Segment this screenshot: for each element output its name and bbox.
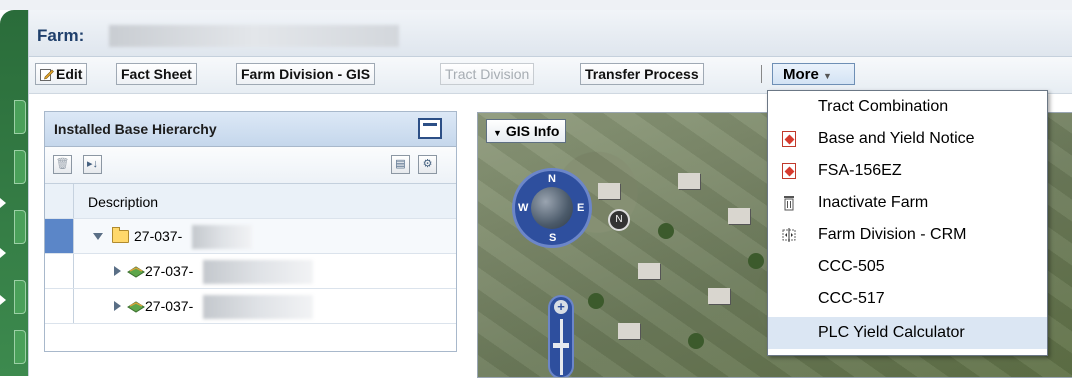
map-feature bbox=[688, 333, 704, 349]
hierarchy-header: Installed Base Hierarchy bbox=[45, 112, 456, 147]
row-selector[interactable] bbox=[45, 254, 74, 288]
maximize-icon[interactable] bbox=[418, 118, 442, 139]
map-feature bbox=[588, 293, 604, 309]
menu-item-plc-yield-calculator[interactable]: PLC Yield Calculator bbox=[768, 317, 1047, 349]
fact-sheet-button[interactable]: Fact Sheet bbox=[116, 63, 197, 85]
farm-title-bar: Farm: bbox=[29, 10, 1072, 57]
settings-wrench-icon[interactable]: ⚙ bbox=[418, 155, 437, 174]
map-feature bbox=[618, 323, 640, 339]
pdf-icon bbox=[782, 163, 796, 179]
menu-item-label: CCC-517 bbox=[818, 290, 885, 307]
more-button[interactable]: More ▼ bbox=[772, 63, 855, 85]
menu-item-farm-division-crm[interactable]: Farm Division - CRM bbox=[768, 219, 1047, 251]
rail-tab[interactable] bbox=[14, 150, 26, 184]
split-icon bbox=[782, 228, 796, 242]
left-navigation-rail bbox=[0, 10, 28, 376]
menu-item-base-and-yield-notice[interactable]: Base and Yield Notice bbox=[768, 123, 1047, 155]
menu-item-label: Inactivate Farm bbox=[818, 194, 929, 211]
map-feature bbox=[598, 183, 620, 199]
menu-item-label: FSA-156EZ bbox=[818, 162, 902, 179]
hierarchy-toolbar: 🗑 ▸↓ ▤ ⚙ bbox=[45, 147, 456, 184]
installed-base-hierarchy-panel: Installed Base Hierarchy 🗑 ▸↓ ▤ ⚙ Descri… bbox=[44, 111, 457, 352]
menu-item-label: Tract Combination bbox=[818, 98, 949, 115]
land-tract-icon bbox=[127, 266, 145, 278]
redacted-id bbox=[192, 225, 252, 249]
collapse-arrow-icon[interactable] bbox=[93, 233, 103, 240]
tree-row[interactable]: 27-037- bbox=[45, 219, 456, 254]
row-selector[interactable] bbox=[45, 289, 74, 323]
rail-tab[interactable] bbox=[14, 100, 26, 134]
menu-item-label: Base and Yield Notice bbox=[818, 130, 975, 147]
compass-west-label: W bbox=[518, 202, 529, 214]
toolbar-separator bbox=[761, 65, 762, 83]
edit-label: Edit bbox=[56, 66, 83, 82]
map-feature bbox=[638, 263, 660, 279]
more-label: More bbox=[783, 66, 819, 83]
compass-north-label: N bbox=[548, 173, 556, 185]
north-arrow-icon[interactable]: N bbox=[608, 209, 630, 231]
dropdown-arrow-icon: ▼ bbox=[493, 128, 502, 138]
menu-item-tract-combination[interactable]: Tract Combination bbox=[768, 91, 1047, 123]
folder-icon bbox=[112, 227, 129, 243]
row-selector bbox=[45, 184, 74, 218]
map-feature bbox=[748, 253, 764, 269]
row-selector[interactable] bbox=[45, 219, 74, 253]
delete-icon[interactable]: 🗑 bbox=[53, 155, 72, 174]
expand-arrow-icon[interactable] bbox=[0, 248, 6, 258]
hierarchy-title: Installed Base Hierarchy bbox=[54, 121, 217, 137]
zoom-handle[interactable] bbox=[553, 343, 569, 348]
expand-arrow-icon[interactable] bbox=[0, 295, 6, 305]
gis-info-label: GIS Info bbox=[505, 123, 560, 139]
rail-tab[interactable] bbox=[14, 330, 26, 364]
menu-item-label: PLC Yield Calculator bbox=[818, 324, 965, 341]
map-feature bbox=[728, 208, 750, 224]
menu-item-ccc-505[interactable]: CCC-505 bbox=[768, 251, 1047, 283]
tree-row[interactable]: 27-037- bbox=[45, 289, 456, 324]
menu-item-label: Farm Division - CRM bbox=[818, 226, 967, 243]
grid-header-row: Description bbox=[45, 184, 456, 219]
tract-division-button: Tract Division bbox=[440, 63, 535, 85]
compass-south-label: S bbox=[549, 232, 557, 244]
menu-item-fsa-156ez[interactable]: FSA-156EZ bbox=[768, 155, 1047, 187]
redacted-id bbox=[203, 295, 313, 319]
menu-item-inactivate-farm[interactable]: Inactivate Farm bbox=[768, 187, 1047, 219]
expand-arrow-icon[interactable] bbox=[114, 266, 121, 276]
edit-button[interactable]: Edit bbox=[35, 63, 88, 85]
export-icon[interactable]: ▤ bbox=[391, 155, 410, 174]
map-feature bbox=[678, 173, 700, 189]
edit-icon bbox=[40, 69, 54, 81]
compass-east-label: E bbox=[577, 202, 585, 214]
transfer-process-button[interactable]: Transfer Process bbox=[580, 63, 704, 85]
redacted-id bbox=[203, 260, 313, 284]
expand-arrow-icon[interactable] bbox=[0, 198, 6, 208]
compass-navigation-control[interactable]: N E S W bbox=[512, 168, 592, 248]
trash-icon bbox=[784, 196, 794, 211]
rail-tab[interactable] bbox=[14, 210, 26, 244]
tree-row-label: 27-037- bbox=[134, 228, 183, 244]
tree-row[interactable]: 27-037- bbox=[45, 254, 456, 289]
gis-info-button[interactable]: ▼ GIS Info bbox=[486, 119, 567, 143]
land-tract-icon bbox=[127, 301, 145, 313]
rail-tab[interactable] bbox=[14, 280, 26, 314]
expand-arrow-icon[interactable] bbox=[114, 301, 121, 311]
tree-row-label: 27-037- bbox=[145, 298, 194, 314]
menu-item-label: CCC-505 bbox=[818, 258, 885, 275]
dropdown-arrow-icon: ▼ bbox=[823, 71, 832, 81]
zoom-in-icon[interactable]: + bbox=[554, 300, 568, 314]
description-column-header[interactable]: Description bbox=[88, 194, 158, 210]
tree-row-label: 27-037- bbox=[145, 263, 194, 279]
farm-division-gis-button[interactable]: Farm Division - GIS bbox=[236, 63, 376, 85]
globe-icon bbox=[531, 187, 573, 229]
zoom-slider[interactable]: + bbox=[548, 295, 574, 377]
action-toolbar: Edit Fact Sheet Farm Division - GIS Trac… bbox=[29, 57, 1072, 94]
menu-item-ccc-517[interactable]: CCC-517 bbox=[768, 283, 1047, 315]
redacted-farm-name bbox=[109, 25, 399, 47]
more-dropdown-menu: Tract Combination Base and Yield Notice … bbox=[767, 90, 1048, 356]
map-feature bbox=[658, 223, 674, 239]
top-strip bbox=[0, 0, 1072, 10]
expand-all-icon[interactable]: ▸↓ bbox=[83, 155, 102, 174]
map-feature bbox=[708, 288, 730, 304]
farm-label: Farm: bbox=[37, 26, 85, 45]
pdf-icon bbox=[782, 131, 796, 147]
